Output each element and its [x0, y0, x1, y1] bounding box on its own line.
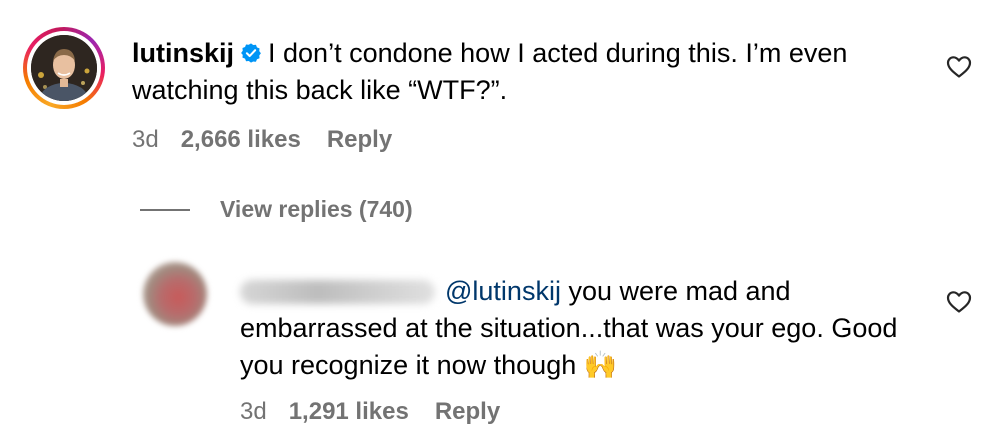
reply-meta: 3d 1,291 likes Reply: [240, 398, 500, 426]
avatar[interactable]: [143, 262, 207, 326]
divider: [140, 208, 190, 211]
view-replies-label: View replies (740): [220, 196, 413, 222]
comment-body: lutinskij I don’t condone how I acted du…: [132, 35, 922, 109]
comment-username[interactable]: lutinskij: [132, 38, 234, 68]
view-replies-button[interactable]: View replies (740): [140, 196, 413, 223]
avatar: [31, 35, 97, 101]
reply-body: @lutinskij you were mad and embarrassed …: [240, 273, 930, 384]
comment-likes[interactable]: 2,666 likes: [181, 126, 301, 154]
blurred-username[interactable]: [240, 280, 435, 304]
comment-age: 3d: [132, 126, 159, 153]
reply-button[interactable]: Reply: [435, 398, 500, 426]
reply-age: 3d: [240, 398, 267, 425]
comment-thread: lutinskij I don’t condone how I acted du…: [0, 0, 995, 445]
heart-icon[interactable]: [946, 290, 972, 314]
comment-meta: 3d 2,666 likes Reply: [132, 126, 392, 154]
mention-link[interactable]: @lutinskij: [445, 276, 561, 306]
reply-likes[interactable]: 1,291 likes: [289, 398, 409, 426]
reply-button[interactable]: Reply: [327, 126, 392, 154]
heart-icon[interactable]: [946, 55, 972, 79]
story-avatar[interactable]: [23, 27, 105, 109]
verified-badge-icon: [241, 43, 261, 63]
